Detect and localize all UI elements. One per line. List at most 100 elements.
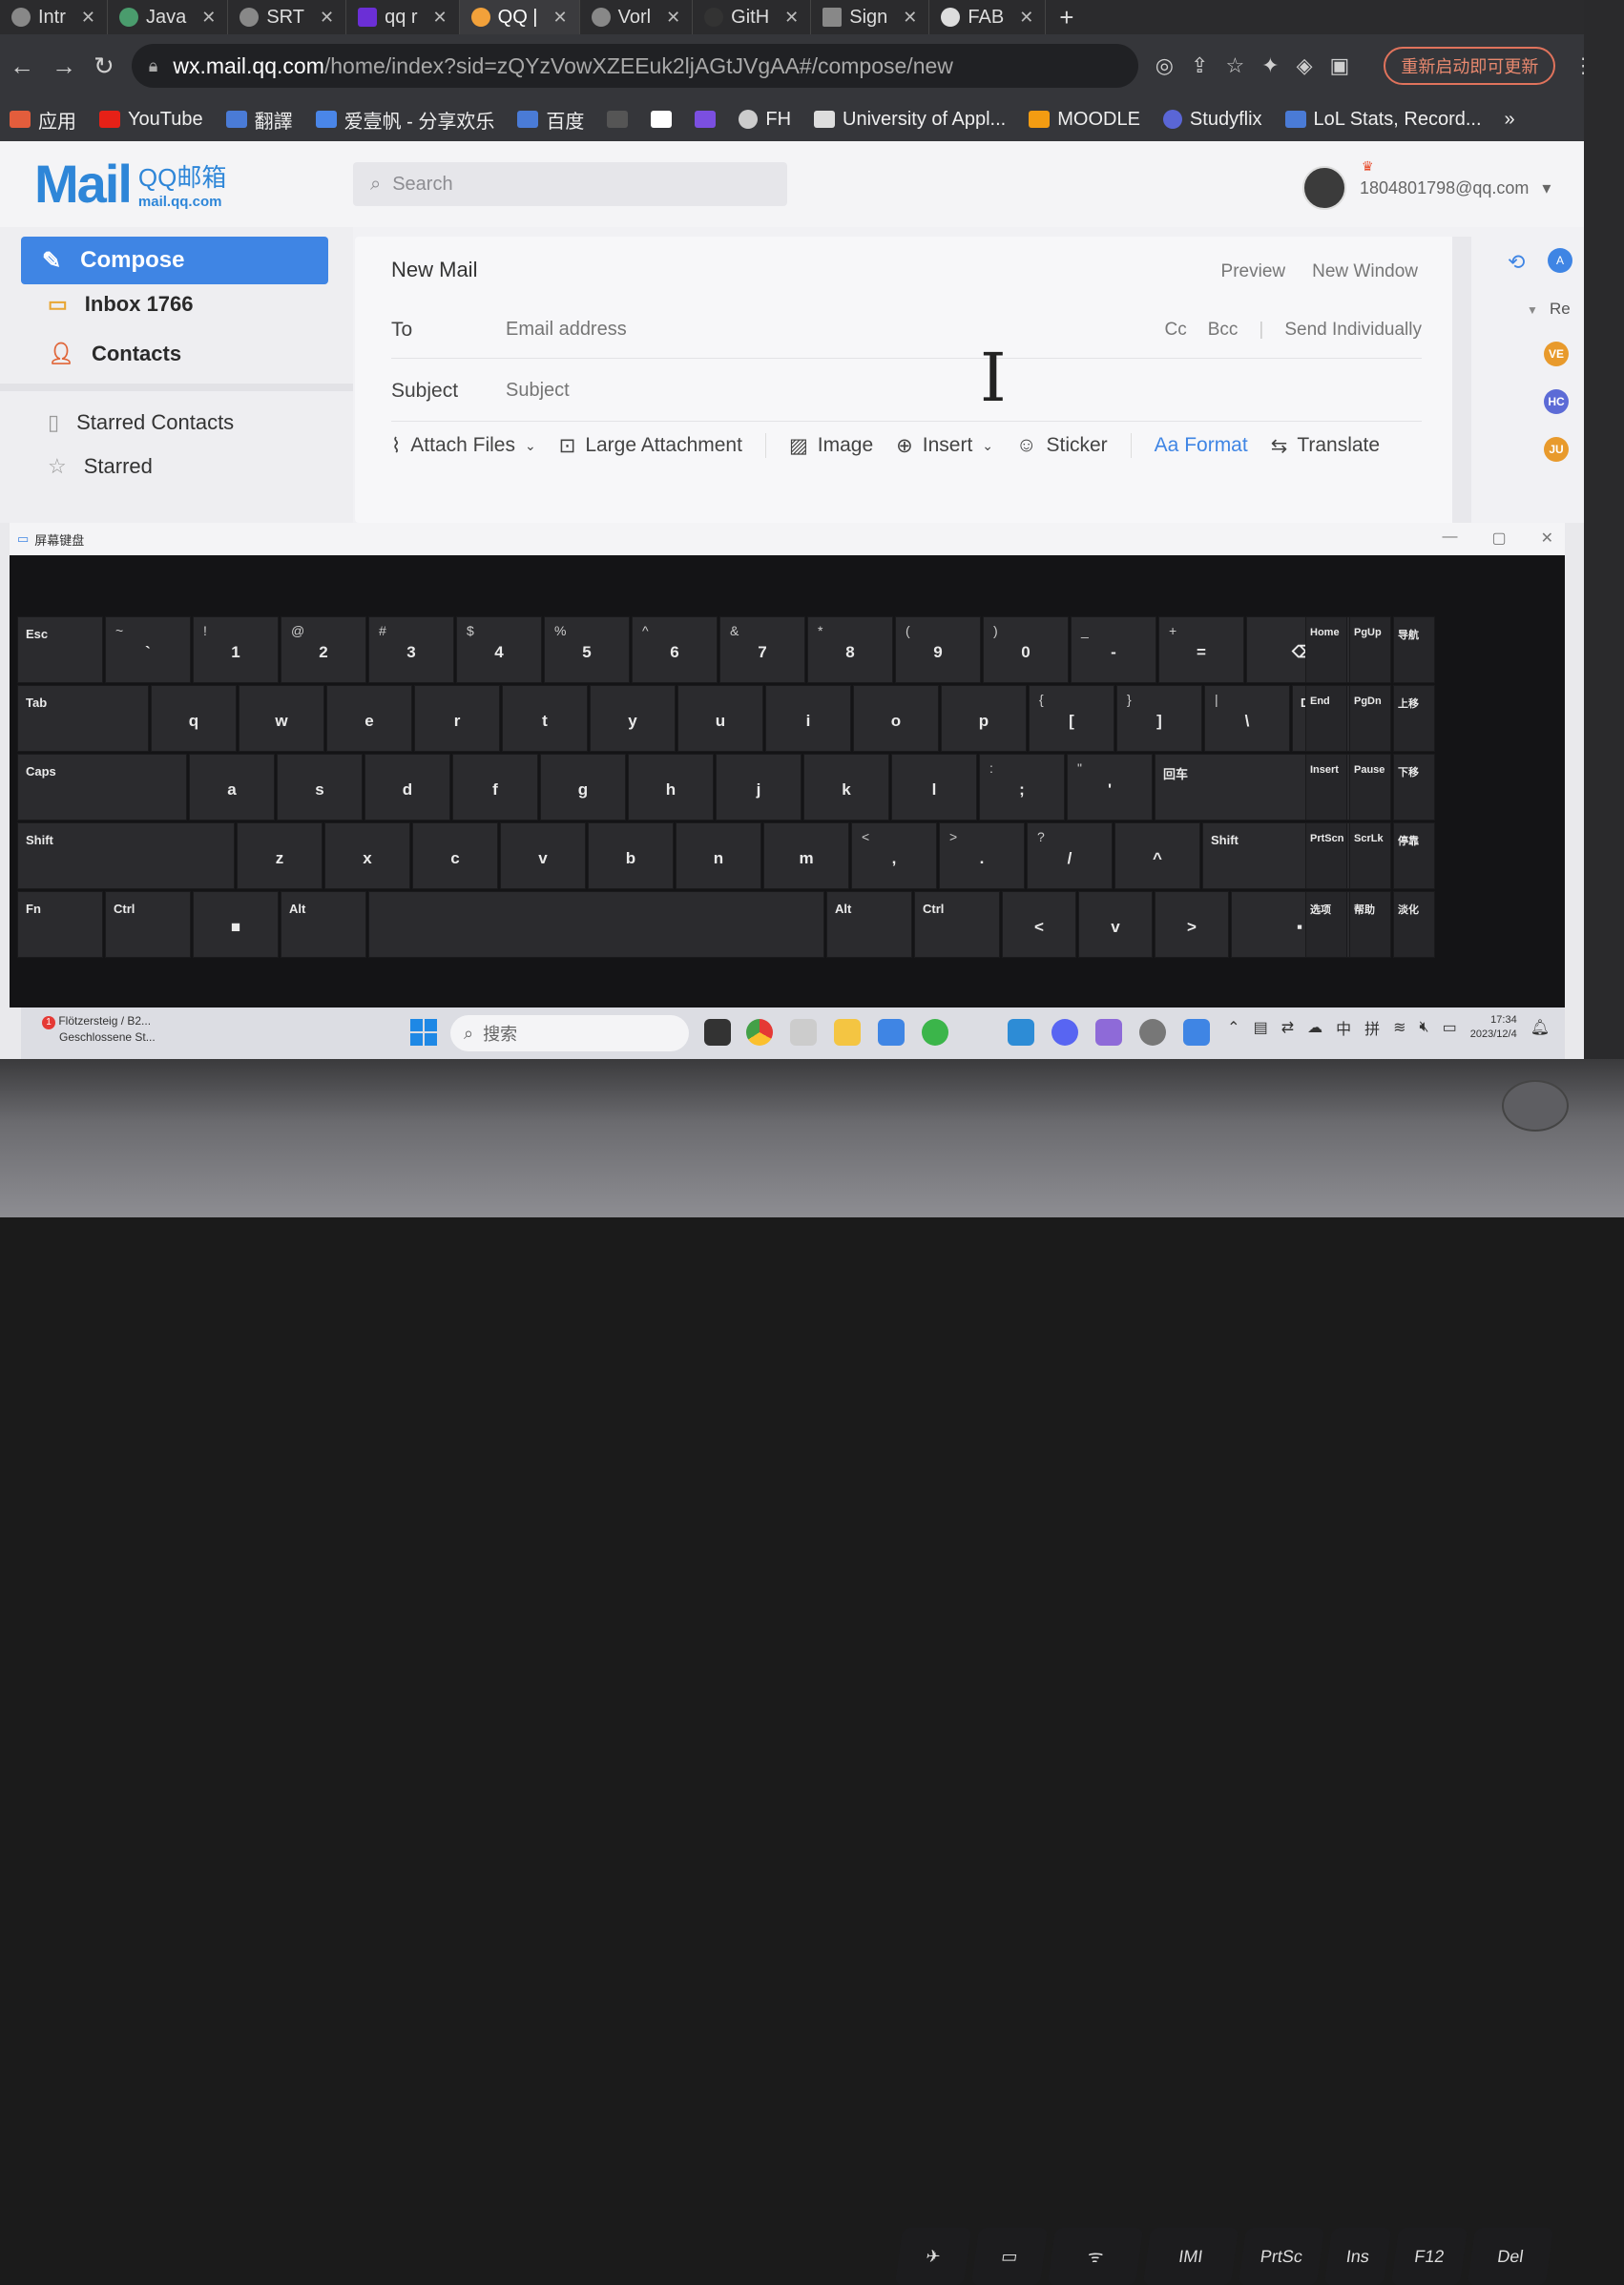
osk-key[interactable]: z: [237, 822, 323, 889]
bookmark-fh[interactable]: FH: [739, 109, 791, 131]
cloud-icon[interactable]: ☁: [1307, 1018, 1322, 1037]
reply-label[interactable]: Re: [1550, 300, 1571, 319]
osk-key[interactable]: l: [891, 754, 977, 821]
browser-tab[interactable]: Sign ✕: [811, 0, 930, 34]
osk-nav-key[interactable]: PgDn: [1349, 685, 1391, 752]
app-icon[interactable]: [790, 1019, 817, 1046]
browser-tab[interactable]: qq r ✕: [346, 0, 460, 34]
osk-key[interactable]: _ -: [1071, 616, 1156, 683]
browser-tab[interactable]: FAB ✕: [929, 0, 1047, 34]
large-attachment-button[interactable]: ⊡ Large Attachment: [559, 434, 742, 458]
osk-key[interactable]: x: [324, 822, 410, 889]
osk-key[interactable]: " ': [1067, 754, 1153, 821]
close-icon[interactable]: ✕: [320, 8, 334, 28]
osk-app-icon[interactable]: [1183, 1019, 1210, 1046]
chrome-icon[interactable]: [746, 1019, 773, 1046]
close-icon[interactable]: ✕: [1019, 8, 1033, 28]
bookmark-s[interactable]: [607, 111, 629, 128]
format-button[interactable]: Aa Format: [1155, 434, 1248, 457]
osk-key[interactable]: q: [151, 685, 237, 752]
account-menu[interactable]: ♛ 1804801798@qq.com ▾: [1302, 158, 1551, 210]
new-tab-button[interactable]: +: [1046, 3, 1087, 32]
osk-key[interactable]: % 5: [544, 616, 630, 683]
osk-key[interactable]: Esc: [17, 616, 103, 683]
wifi-icon[interactable]: ≋: [1393, 1018, 1405, 1037]
menu-kebab-icon[interactable]: ⋮: [1572, 53, 1584, 78]
osk-key[interactable]: s: [277, 754, 363, 821]
osk-key[interactable]: f: [452, 754, 538, 821]
osk-key[interactable]: ^ 6: [632, 616, 718, 683]
to-input[interactable]: [506, 319, 1165, 341]
osk-key[interactable]: + =: [1158, 616, 1244, 683]
close-icon[interactable]: ✕: [553, 8, 568, 28]
scrollbar[interactable]: [1452, 237, 1471, 523]
osk-key[interactable]: o: [853, 685, 939, 752]
battery-icon[interactable]: ▭: [1443, 1018, 1457, 1037]
osk-nav-key[interactable]: PgUp: [1349, 616, 1391, 683]
osk-key[interactable]: p: [941, 685, 1027, 752]
chevron-up-icon[interactable]: ⌃: [1227, 1018, 1239, 1037]
bookmark-crown[interactable]: [695, 111, 717, 128]
settings-gear-icon[interactable]: [1139, 1019, 1166, 1046]
new-window-link[interactable]: New Window: [1312, 261, 1418, 282]
osk-key[interactable]: c: [412, 822, 498, 889]
share-icon[interactable]: ⇪: [1191, 53, 1208, 78]
photos-icon[interactable]: [1095, 1019, 1122, 1046]
osk-nav-key[interactable]: PrtScn: [1305, 822, 1347, 889]
osk-nav-key[interactable]: End: [1305, 685, 1347, 752]
osk-nav-key[interactable]: Pause: [1349, 754, 1391, 821]
contact-avatar[interactable]: VE: [1544, 342, 1569, 366]
osk-key[interactable]: (9: [895, 616, 981, 683]
osk-nav-key[interactable]: 选项: [1305, 891, 1347, 958]
sidebar-item-starred[interactable]: ☆ Starred: [48, 454, 153, 479]
sidebar-item-starred-contacts[interactable]: ▯ Starred Contacts: [48, 410, 234, 435]
osk-key[interactable]: & 7: [719, 616, 805, 683]
osk-key[interactable]: Ctrl: [914, 891, 1000, 958]
address-bar[interactable]: 🔒︎ wx.mail.qq.com/home/index?sid=zQYzVow…: [131, 44, 1138, 88]
osk-key[interactable]: ■: [193, 891, 279, 958]
osk-nav-key[interactable]: 淡化: [1393, 891, 1435, 958]
osk-key[interactable]: Alt: [826, 891, 912, 958]
bookmark-translate[interactable]: 翻譯: [225, 106, 293, 134]
osk-key[interactable]: @2: [281, 616, 366, 683]
volume-muted-icon[interactable]: 🔇︎: [1420, 1019, 1429, 1036]
close-icon[interactable]: ✕: [201, 8, 216, 28]
osk-key[interactable]: d: [364, 754, 450, 821]
close-icon[interactable]: ✕: [666, 8, 680, 28]
osk-nav-key[interactable]: 下移: [1393, 754, 1435, 821]
qq-mail-logo[interactable]: Mail QQ邮箱 mail.qq.com: [34, 153, 226, 215]
osk-key[interactable]: * 8: [807, 616, 893, 683]
sidebar-item-contacts[interactable]: 👤︎ Contacts: [48, 342, 181, 366]
browser-tab-active[interactable]: QQ | ✕: [459, 0, 580, 34]
osk-key[interactable]: e: [326, 685, 412, 752]
bookmark-studyflix[interactable]: Studyflix: [1162, 109, 1262, 131]
bookmark-lol-stats[interactable]: LoL Stats, Record...: [1284, 109, 1482, 131]
osk-key[interactable]: k: [803, 754, 889, 821]
osk-key[interactable]: Alt: [281, 891, 366, 958]
osk-key[interactable]: ) 0: [983, 616, 1069, 683]
attach-files-button[interactable]: ⌇ Attach Files ⌄: [391, 434, 536, 458]
onedrive-icon[interactable]: [878, 1019, 905, 1046]
bookmark-apps[interactable]: 应用: [10, 106, 76, 134]
bookmark-moodle[interactable]: MOODLE: [1029, 109, 1140, 131]
file-explorer-icon[interactable]: [834, 1019, 861, 1046]
osk-key[interactable]: ^: [1114, 822, 1200, 889]
sticker-button[interactable]: ☺ Sticker: [1016, 434, 1108, 457]
close-icon[interactable]: ✕: [1541, 529, 1553, 548]
tray-app-icon[interactable]: ▤: [1254, 1018, 1268, 1037]
send-individually-link[interactable]: Send Individually: [1284, 320, 1422, 341]
sidebar-item-inbox[interactable]: ▭ Inbox 1766: [48, 292, 194, 317]
browser-tab[interactable]: GitH ✕: [693, 0, 812, 34]
preview-link[interactable]: Preview: [1221, 261, 1286, 282]
osk-key[interactable]: y: [590, 685, 676, 752]
browser-tab[interactable]: SRT ✕: [228, 0, 347, 34]
bookmark-youtube[interactable]: YouTube: [99, 109, 203, 131]
osk-key[interactable]: <: [1002, 891, 1076, 958]
back-arrow-icon[interactable]: ←: [10, 52, 34, 81]
remote-desktop-icon[interactable]: [1008, 1019, 1034, 1046]
osk-key[interactable]: r: [414, 685, 500, 752]
browser-tab[interactable]: Vorl ✕: [580, 0, 694, 34]
osk-key[interactable]: Fn: [17, 891, 103, 958]
osk-key[interactable]: Shift: [17, 822, 235, 889]
bookmark-d[interactable]: [651, 111, 673, 128]
